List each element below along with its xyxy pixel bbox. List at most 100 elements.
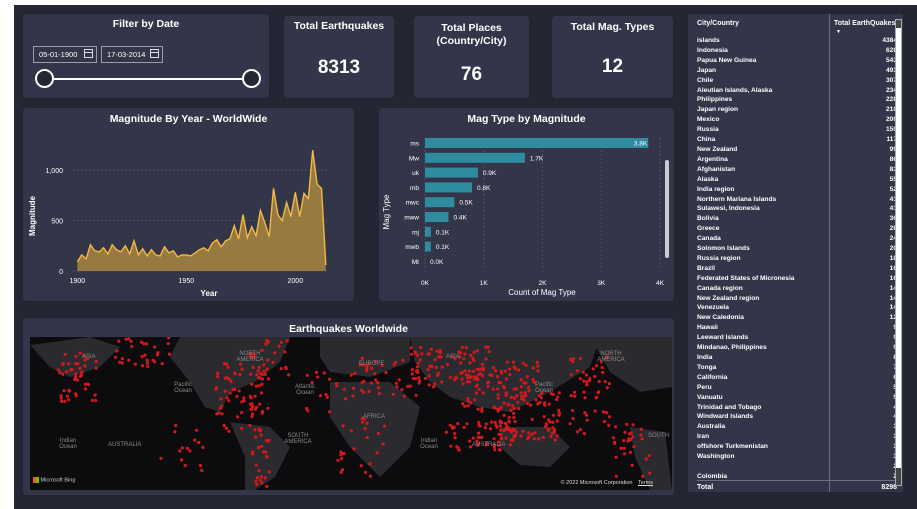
table-row[interactable]: Sulawesi, Indonesia 41 (697, 204, 897, 214)
table-row[interactable]: Peru5 (697, 383, 897, 393)
earthquake-dot (551, 413, 556, 417)
table-row[interactable]: Greece 28 (697, 224, 897, 234)
column-header-city[interactable]: City/Country (697, 20, 739, 27)
earthquake-dot (394, 381, 398, 385)
table-row[interactable]: India8 (697, 353, 897, 363)
earthquake-dot (484, 422, 488, 426)
earthquakes-table: City/Country Total EarthQuakes ▼ islands… (688, 14, 903, 492)
table-row[interactable]: Philippines 228 (697, 95, 897, 105)
start-date-input[interactable]: 05-01-1900 (33, 46, 97, 63)
table-row[interactable]: Chile 307 (697, 76, 897, 86)
earthquake-dot (508, 443, 512, 447)
table-row[interactable]: islands 4384 (697, 36, 897, 46)
earthquake-dot (488, 373, 492, 377)
earthquake-dot (406, 384, 410, 388)
earthquake-dot (342, 387, 346, 391)
table-row[interactable]: New Zealand region 14 (697, 294, 897, 304)
earthquake-dot (73, 377, 77, 382)
earthquake-dot (416, 370, 420, 375)
column-header-total[interactable]: Total EarthQuakes (834, 20, 895, 27)
earthquake-dot (410, 368, 414, 372)
table-row[interactable]: Russia 159 (697, 125, 897, 135)
table-row[interactable]: Australia3 (697, 422, 897, 432)
earthquake-dot (639, 427, 643, 431)
table-row[interactable]: Vanuatu5 (697, 393, 897, 403)
earthquake-dot (555, 419, 559, 423)
data-label: 0.5K (459, 200, 473, 207)
table-row[interactable]: Papua New Guinea 543 (697, 56, 897, 66)
earthquake-dot (238, 372, 242, 377)
table-row[interactable]: Iran3 (697, 432, 897, 442)
earthquake-dot (166, 342, 170, 346)
table-row[interactable]: Solomon Islands 20 (697, 244, 897, 254)
terms-link[interactable]: Terms (638, 480, 653, 486)
table-scrollbar[interactable] (895, 19, 902, 486)
earthquake-dot (279, 367, 283, 371)
table-row[interactable]: Trinidad and Tobago4 (697, 403, 897, 413)
table-row[interactable]: Japan region 210 (697, 105, 897, 115)
table-row[interactable]: Japan 493 (697, 66, 897, 76)
table-row[interactable]: Canada 24 (697, 234, 897, 244)
sort-desc-icon[interactable]: ▼ (836, 29, 841, 35)
table-row[interactable]: California6 (697, 373, 897, 383)
table-row[interactable]: Alaska 55 (697, 175, 897, 185)
earthquake-dot (413, 350, 417, 354)
earthquake-dot (544, 423, 549, 427)
slider-start-handle[interactable] (35, 69, 54, 88)
table-row[interactable]: Windward Islands4 (697, 412, 897, 422)
table-row[interactable]: Hawaii9 (697, 323, 897, 333)
table-row[interactable]: Northern Mariana Islands 41 (697, 195, 897, 205)
row-place: Russia (697, 126, 719, 134)
data-label: 0.4K (454, 215, 468, 222)
scrollbar-thumb[interactable] (896, 28, 901, 468)
earthquake-dot (377, 392, 381, 396)
earthquake-dot (469, 401, 473, 405)
map-label: ASIA (82, 354, 96, 360)
end-date-input[interactable]: 17-03-2014 (101, 46, 163, 63)
table-row[interactable]: Venezuela 14 (697, 303, 897, 313)
earthquake-dot (452, 431, 457, 436)
earthquake-dot (417, 376, 421, 380)
table-row[interactable]: Federated States of Micronesia 16 (697, 274, 897, 284)
table-row[interactable]: Russia region 18 (697, 254, 897, 264)
table-row[interactable]: Mindanao, Philippines9 (697, 343, 897, 353)
table-row[interactable]: Mexico 200 (697, 115, 897, 125)
table-row[interactable]: Leeward Islands9 (697, 333, 897, 343)
earthquake-dot (61, 372, 65, 376)
table-row[interactable]: Bolivia 36 (697, 214, 897, 224)
calendar-icon[interactable] (150, 49, 159, 58)
date-range-slider-track[interactable] (53, 78, 261, 80)
table-row[interactable]: 2 (697, 462, 897, 472)
table-row[interactable]: Brazil 16 (697, 264, 897, 274)
world-map[interactable]: ASIA NORTH AMERICA EUROPE ASIA NORTH AME… (30, 337, 672, 490)
table-row[interactable]: New Zealand 99 (697, 145, 897, 155)
calendar-icon[interactable] (84, 49, 93, 58)
table-row[interactable]: India region 52 (697, 185, 897, 195)
table-row[interactable]: New Caledonia 12 (697, 313, 897, 323)
table-row[interactable]: Aleutian Islands, Alaska 234 (697, 86, 897, 96)
table-row[interactable]: Afghanistan 83 (697, 165, 897, 175)
table-row[interactable]: China 117 (697, 135, 897, 145)
earthquake-dot (253, 435, 258, 439)
table-row[interactable]: Canada region 14 (697, 284, 897, 294)
earthquake-dot (605, 411, 609, 415)
table-row[interactable]: offshore Turkmenistan3 (697, 442, 897, 452)
earthquake-dot (568, 422, 572, 426)
earthquake-dot (640, 437, 644, 441)
row-place: New Zealand (697, 145, 738, 153)
y-tick-label: 1,000 (45, 168, 63, 175)
kpi-title: Total Mag. Types (570, 21, 655, 33)
earthquake-dot (483, 426, 487, 430)
row-place: Vanuatu (697, 393, 723, 401)
table-row[interactable]: Tonga7 (697, 363, 897, 373)
earthquake-dot (602, 419, 607, 424)
earthquake-dot (240, 400, 244, 404)
table-row[interactable]: Indonesia 628 (697, 46, 897, 56)
slider-end-handle[interactable] (242, 69, 261, 88)
table-row[interactable]: Argentina 86 (697, 155, 897, 165)
earthquake-dot (449, 444, 453, 448)
bar-chart-scrollbar[interactable] (665, 160, 669, 258)
y-tick-label: 500 (51, 219, 63, 226)
table-row[interactable]: Washington3 (697, 452, 897, 462)
earthquake-dot (365, 435, 369, 440)
